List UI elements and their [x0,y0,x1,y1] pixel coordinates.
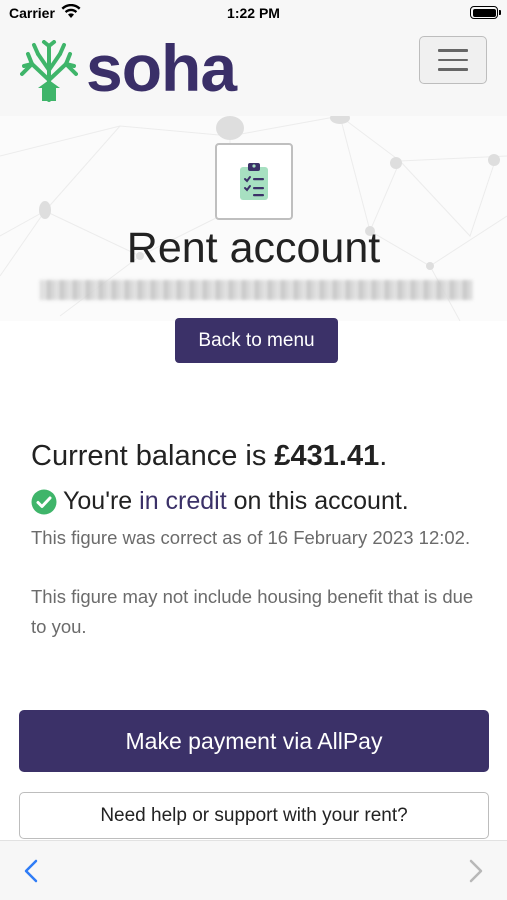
page-title: Rent account [126,224,381,272]
hamburger-menu-icon [438,49,468,52]
balance-suffix: . [379,440,388,472]
make-payment-button[interactable]: Make payment via AllPay [19,710,489,772]
check-circle-icon [31,489,57,514]
battery-icon [470,6,501,19]
logo-text: soha [86,31,237,105]
balance-prefix: Current balance is [31,440,275,472]
balance-date-note: This figure was correct as of 16 Februar… [31,527,471,548]
menu-toggle-button[interactable] [419,36,487,84]
credit-status: You're in credit on this account. [31,487,409,516]
clipboard-checklist-icon [240,162,268,200]
credit-suffix: on this account. [226,487,409,515]
soha-logo[interactable]: soha [20,35,237,102]
current-balance: Current balance is £431.41. [31,440,387,473]
chevron-left-icon[interactable] [24,859,38,883]
in-credit-link[interactable]: in credit [139,487,227,516]
site-header: soha [0,26,507,116]
browser-toolbar [0,840,507,900]
tree-logo-icon [20,40,78,102]
housing-benefit-note: This figure may not include housing bene… [31,586,474,637]
rent-account-icon-tile [215,143,293,220]
redacted-address [40,280,473,300]
status-bar: Carrier 1:22 PM [0,0,507,26]
back-to-menu-button[interactable]: Back to menu [175,318,338,363]
status-time: 1:22 PM [227,5,280,21]
rent-help-button[interactable]: Need help or support with your rent? [19,792,489,839]
credit-prefix: You're [63,487,140,515]
chevron-right-icon[interactable] [469,859,483,883]
hero-banner: Rent account [0,116,507,321]
balance-amount: £431.41 [274,440,380,472]
